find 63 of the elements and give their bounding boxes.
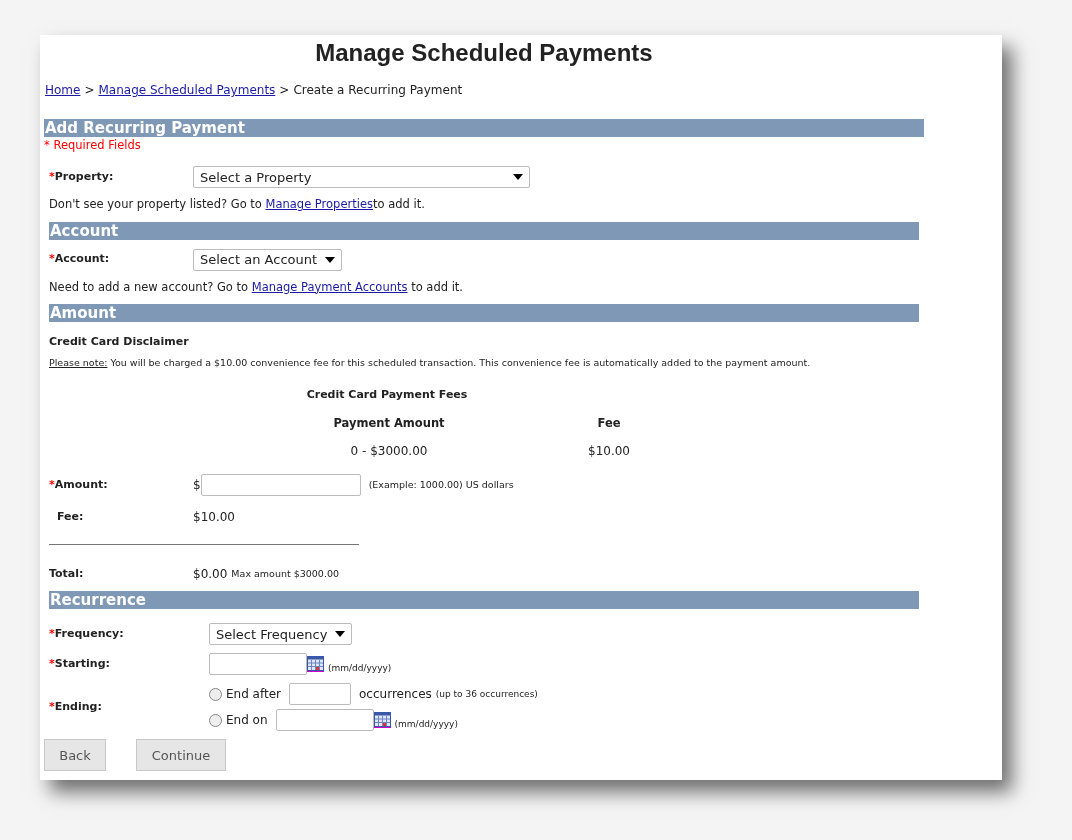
fee-value: $10.00: [193, 509, 235, 527]
breadcrumb-current: Create a Recurring Payment: [293, 82, 463, 99]
date-input[interactable]: [209, 653, 307, 676]
amount-hint: (Example: 1000.00) US dollars: [368, 478, 514, 493]
disclaimer-text: Please note: You will be charged a $10.00 convenience fee for this scheduled transaction. This convenience fee is automatically added to the payment amount.: [49, 356, 812, 371]
link[interactable]: Manage Payment Accounts: [251, 279, 408, 294]
fee-table-title: Credit Card Payment Fees: [305, 386, 469, 403]
field-label: Fee:: [56, 509, 85, 525]
required-fields-note: * Required Fields: [44, 137, 142, 154]
occurrences-hint: (up to 36 occurrences): [435, 687, 538, 701]
section-header: Amount: [49, 303, 919, 322]
required-mark: *: [49, 626, 55, 642]
calendar-icon[interactable]: [373, 712, 391, 729]
link[interactable]: Manage Properties: [265, 197, 373, 212]
table-cell-text: $10.00: [587, 443, 631, 461]
currency-symbol: $: [193, 477, 201, 495]
date-format-hint: (mm/dd/yyyy): [394, 717, 458, 731]
occurrences-input[interactable]: [289, 683, 351, 706]
required-mark: *: [49, 169, 55, 185]
continue-button[interactable]: Continue: [136, 739, 226, 772]
required-mark: *: [49, 477, 55, 493]
radio-button[interactable]: [209, 687, 222, 701]
disclaimer-title: Credit Card Disclaimer: [49, 333, 190, 350]
field-label: Starting:: [54, 656, 110, 672]
required-mark: *: [49, 251, 55, 268]
caret-icon: [325, 256, 336, 263]
date-format-hint: (mm/dd/yyyy): [328, 661, 392, 675]
page-title: Manage Scheduled Payments: [314, 39, 654, 67]
section-header: Recurrence: [49, 591, 919, 610]
breadcrumb-link[interactable]: Home: [45, 81, 81, 99]
total-value: $0.00: [193, 566, 228, 584]
column-header: Payment Amount: [332, 415, 446, 432]
column-header: Fee: [596, 415, 622, 432]
option-label: End on: [226, 712, 268, 730]
breadcrumb-separator: >: [84, 82, 95, 99]
back-button[interactable]: Back: [44, 739, 106, 772]
field-label: Property:: [54, 169, 114, 185]
table-cell-text: 0 - $3000.00: [349, 443, 429, 461]
section-header: Add Recurring Payment: [44, 119, 924, 137]
frequency-select[interactable]: Select Frequency: [209, 623, 353, 646]
help-text: Don't see your property listed? Go to Manage Propertiesto add it.: [49, 196, 426, 214]
amount-input[interactable]: [200, 474, 361, 497]
unit-label: occurrences: [359, 686, 432, 704]
date-input[interactable]: [275, 709, 374, 732]
property-select[interactable]: Select a Property: [193, 166, 530, 189]
field-label: Frequency:: [54, 626, 124, 642]
field-label: Ending:: [54, 699, 102, 715]
section-header: Account: [49, 221, 919, 240]
field-label: Total:: [49, 566, 85, 582]
caret-icon: [335, 631, 346, 638]
caret-icon: [513, 174, 523, 181]
radio-button[interactable]: [209, 713, 222, 727]
field-label: Amount:: [54, 477, 108, 493]
field-label: Account:: [54, 251, 110, 268]
required-mark: *: [49, 699, 55, 715]
breadcrumb-link[interactable]: Manage Scheduled Payments: [98, 81, 276, 99]
breadcrumb-separator: >: [279, 82, 290, 99]
account-select[interactable]: Select an Account: [193, 248, 343, 271]
option-label: End after: [226, 686, 281, 704]
calendar-icon[interactable]: [307, 656, 324, 673]
help-text: Need to add a new account? Go to Manage Payment Accounts to add it.: [49, 278, 464, 296]
required-mark: *: [49, 656, 55, 672]
max-amount-note: Max amount $3000.00: [231, 567, 340, 582]
